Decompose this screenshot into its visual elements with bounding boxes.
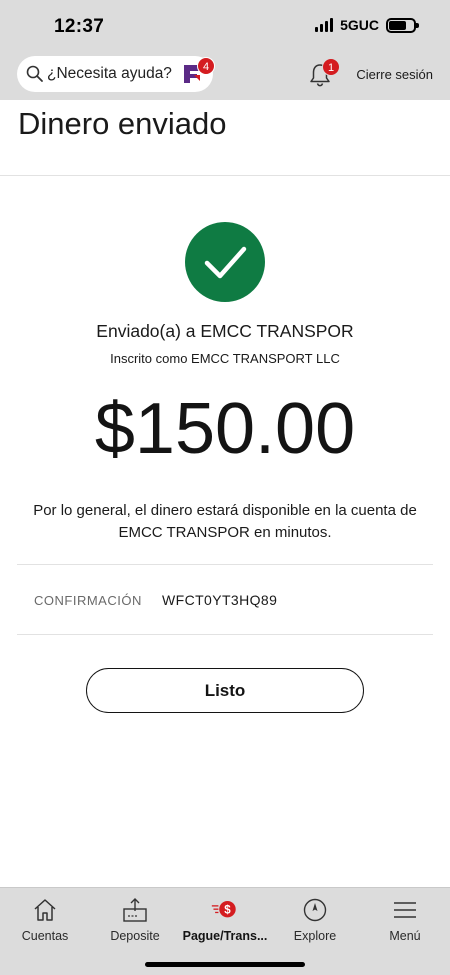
availability-notice: Por lo general, el dinero estará disponi… [33, 502, 417, 541]
nav-item-pay-transfer[interactable]: $ Pague/Trans... [180, 888, 270, 948]
logout-link[interactable]: Cierre sesión [356, 67, 433, 82]
nav-label-menu: Menú [389, 929, 421, 943]
confirmation-top-divider [17, 564, 433, 565]
network-label: 5GUC [340, 17, 379, 33]
svg-text:$: $ [224, 904, 231, 916]
assistant-badge: 4 [197, 57, 215, 75]
notifications-badge: 1 [322, 58, 340, 76]
nav-label-deposit: Deposite [110, 929, 160, 943]
amount-value: $150.00 [94, 389, 356, 469]
signal-icon [315, 18, 334, 32]
compass-icon [301, 896, 329, 924]
confirmation-bottom-divider [17, 634, 433, 635]
success-check-icon [185, 222, 265, 302]
help-text: ¿Necesita ayuda? [47, 65, 172, 82]
pay-transfer-icon: $ [211, 896, 239, 924]
nav-item-menu[interactable]: Menú [360, 888, 450, 948]
nav-label-accounts: Cuentas [21, 929, 69, 943]
done-button[interactable]: Listo [86, 668, 364, 713]
search-icon [25, 64, 45, 84]
top-bar: 12:37 5GUC ¿Necesita ayuda? 4 1 Cierre s… [0, 0, 450, 100]
nav-item-explore[interactable]: Explore [270, 888, 360, 948]
deposit-icon [121, 896, 149, 924]
battery-icon [386, 17, 419, 33]
status-indicators: 5GUC [315, 17, 419, 33]
recipient-text: Enviado(a) a EMCC TRANSPOR [96, 321, 354, 341]
page-title: Dinero enviado [18, 106, 227, 141]
confirmation-number: WFCT0YT3HQ89 [162, 592, 278, 608]
nav-item-accounts[interactable]: Cuentas [0, 888, 90, 948]
menu-icon [391, 896, 419, 924]
home-indicator [145, 962, 305, 967]
nav-item-deposit[interactable]: Deposite [90, 888, 180, 948]
title-divider [0, 175, 450, 176]
confirmation-label: CONFIRMACIÓN [34, 593, 142, 608]
status-time: 12:37 [54, 16, 105, 37]
home-icon [31, 896, 59, 924]
enrolled-as-text: Inscrito como EMCC TRANSPORT LLC [110, 351, 340, 366]
nav-label-pay-transfer: Pague/Trans... [182, 929, 268, 943]
nav-label-explore: Explore [293, 929, 337, 943]
